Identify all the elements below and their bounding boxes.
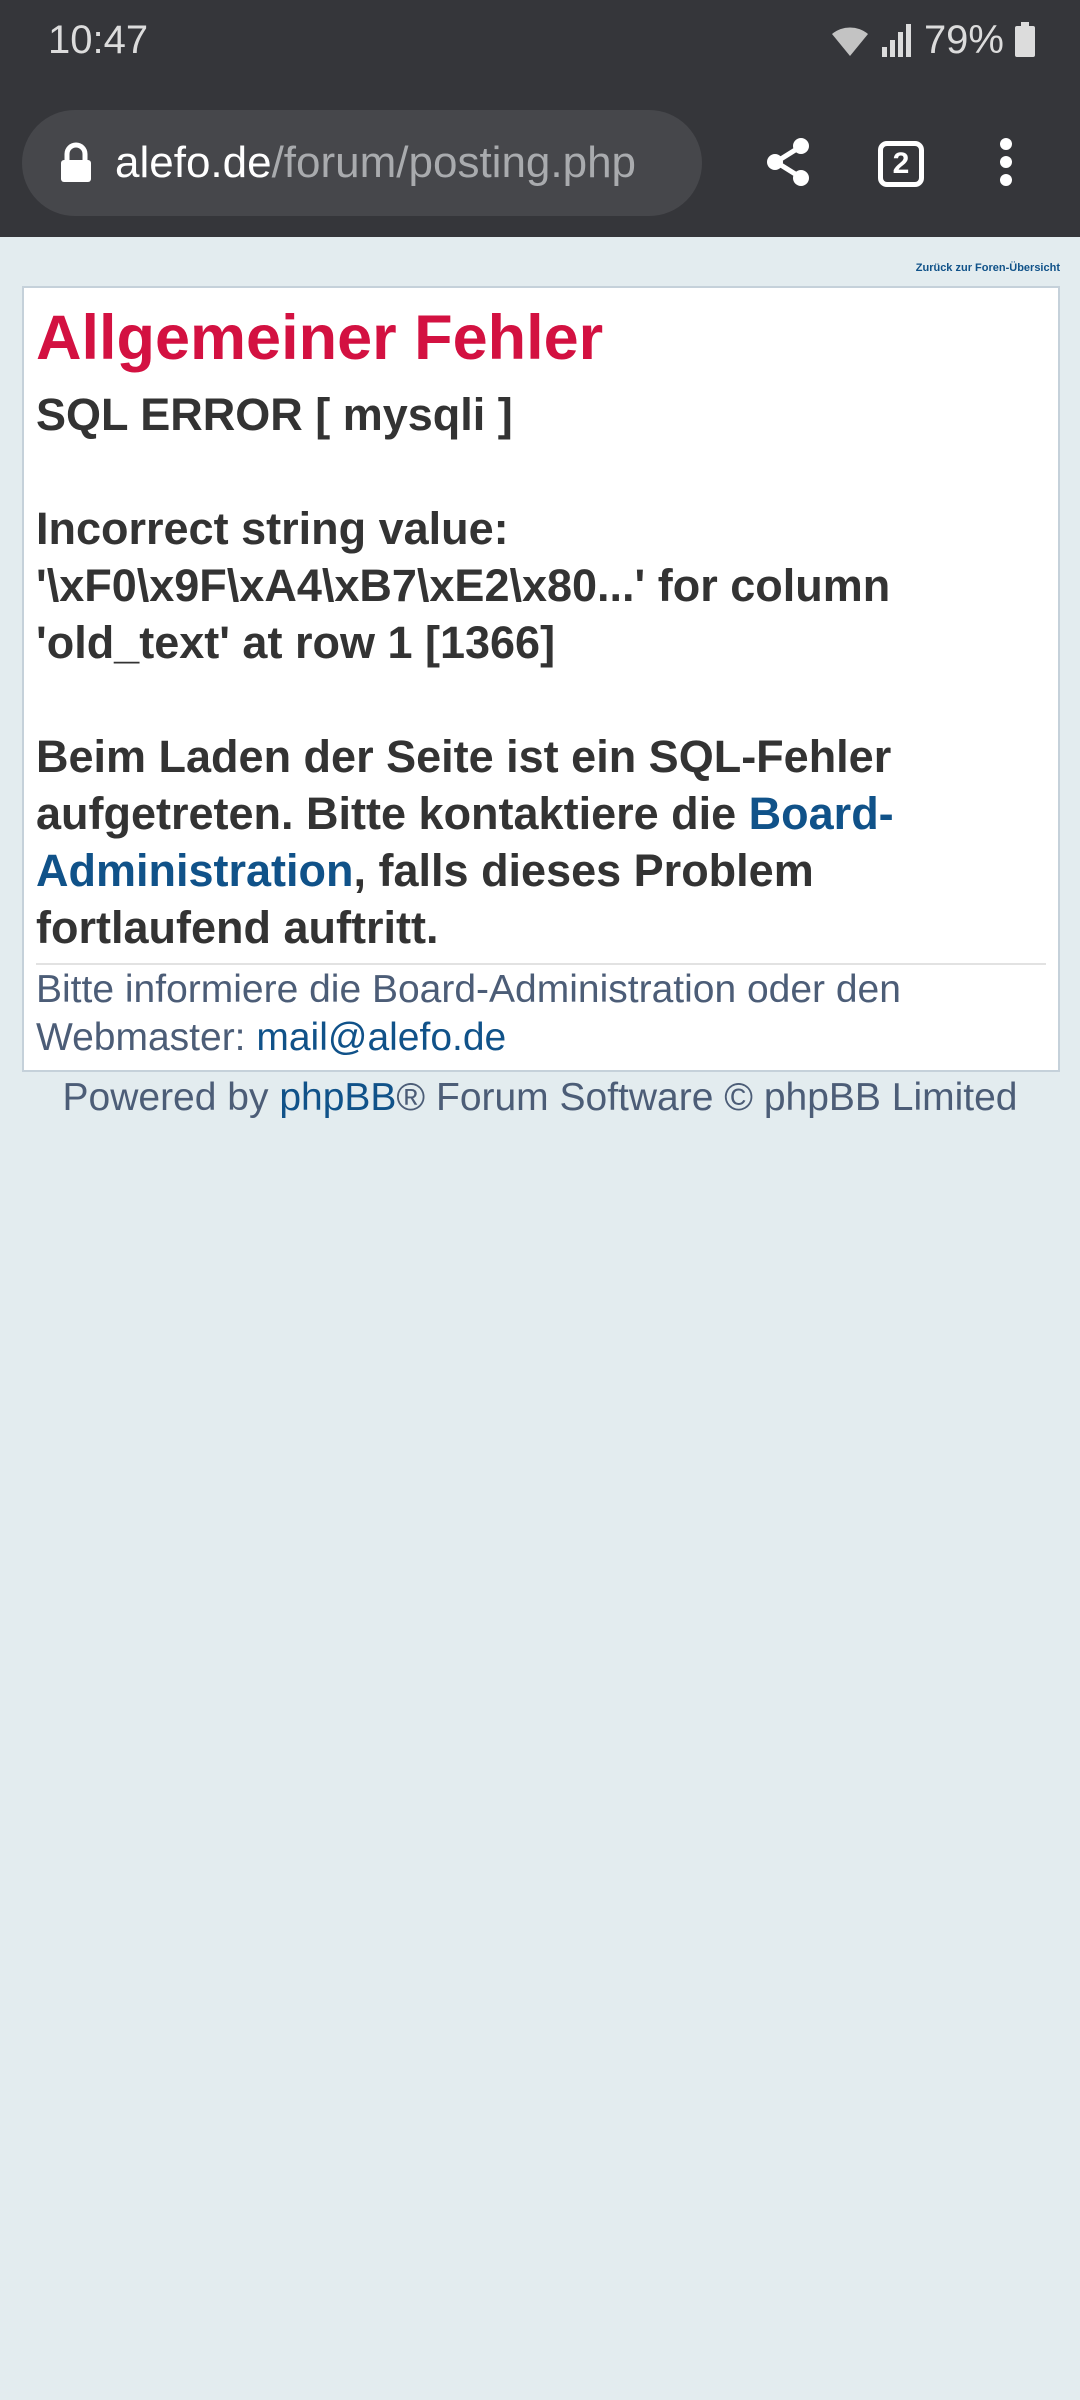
error-body: SQL ERROR [ mysqli ] Incorrect string va… <box>36 386 1036 956</box>
address-bar[interactable]: alefo.de/forum/posting.php <box>22 110 702 216</box>
share-icon <box>764 136 812 193</box>
divider <box>36 963 1046 965</box>
error-message: Beim Laden der Seite ist ein SQL-Fehler … <box>36 728 1036 956</box>
status-bar: 10:47 79% <box>0 0 1080 80</box>
share-button[interactable] <box>752 128 824 200</box>
error-panel: Allgemeiner Fehler SQL ERROR [ mysqli ] … <box>22 286 1060 1072</box>
url-path: /forum/posting.php <box>271 138 637 187</box>
error-line-1: Incorrect string value: <box>36 503 509 554</box>
signal-icon <box>880 23 914 57</box>
footer: Powered by phpBB® Forum Software © phpBB… <box>0 1074 1080 1122</box>
tabs-button[interactable]: 2 <box>865 128 937 200</box>
error-line-3: 'old_text' at row 1 [1366] <box>36 617 556 668</box>
footer-suffix: ® Forum Software © phpBB Limited <box>396 1076 1018 1119</box>
sql-error-heading: SQL ERROR [ mysqli ] <box>36 389 513 440</box>
url-domain: alefo.de <box>115 138 272 187</box>
page-title: Allgemeiner Fehler <box>36 303 604 373</box>
notice-text-1: Bitte informiere die Board-Administratio… <box>36 968 901 1011</box>
tabs-icon: 2 <box>878 141 924 187</box>
browser-chrome: 10:47 79% alefo.de/forum/posting.php 2 <box>0 0 1080 237</box>
back-to-index-link[interactable]: Zurück zur Foren-Übersicht <box>916 262 1060 274</box>
admin-notice: Bitte informiere die Board-Administratio… <box>36 966 1036 1062</box>
phpbb-link[interactable]: phpBB <box>279 1076 396 1119</box>
more-vert-icon <box>998 137 1014 191</box>
battery-icon <box>1014 22 1036 58</box>
lock-icon <box>58 142 94 184</box>
battery-percent: 79% <box>923 17 1004 62</box>
footer-prefix: Powered by <box>62 1076 280 1119</box>
error-line-2: '\xF0\x9F\xA4\xB7\xE2\x80...' for column <box>36 560 891 611</box>
wifi-icon <box>830 22 870 58</box>
webmaster-email-link[interactable]: mail@alefo.de <box>256 1016 506 1059</box>
more-menu-button[interactable] <box>970 128 1042 200</box>
status-indicators: 79% <box>830 16 1036 64</box>
url-text[interactable]: alefo.de/forum/posting.php <box>115 136 700 190</box>
status-time: 10:47 <box>48 18 149 62</box>
notice-text-2: Webmaster: <box>36 1016 257 1059</box>
